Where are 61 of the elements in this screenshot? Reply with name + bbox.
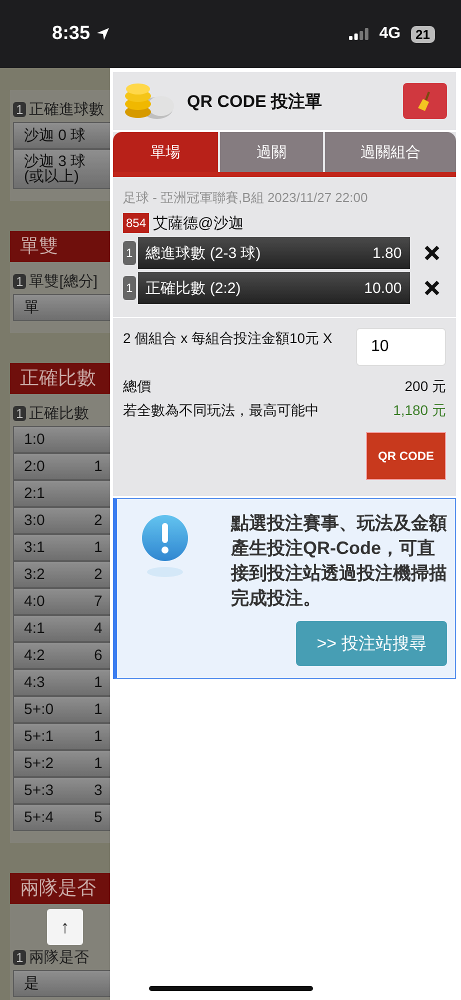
- close-icon[interactable]: [424, 280, 440, 296]
- odds-option[interactable]: 5+:3 3: [13, 777, 110, 804]
- battery-indicator: 21: [410, 26, 435, 42]
- count-badge: 1: [13, 950, 26, 964]
- bet-selection: 總進球數 (2-3 球) 1.80: [138, 237, 410, 269]
- total-value: 200 元: [404, 378, 446, 396]
- market-label: 正確進球數: [29, 100, 104, 118]
- count-badge: 1: [123, 276, 136, 300]
- total-label: 總價: [123, 378, 151, 396]
- odds-option[interactable]: 4:3 1: [13, 669, 110, 696]
- combination-text: 2 個組合 x 每組合投注金額10元 X: [123, 329, 332, 348]
- count-badge: 1: [13, 102, 26, 116]
- odds-option[interactable]: 2:0 1: [13, 453, 110, 480]
- section-header: 正確比數: [10, 363, 110, 394]
- odds-option[interactable]: 3:2 2: [13, 561, 110, 588]
- odds-option[interactable]: 5+:1 1: [13, 723, 110, 750]
- odds-option[interactable]: 單: [13, 294, 110, 321]
- max-win-value: 1,180 元: [393, 402, 446, 420]
- clock-time: 8:35: [52, 23, 90, 45]
- network-label: 4G: [379, 25, 401, 43]
- close-icon[interactable]: [424, 245, 440, 261]
- tab[interactable]: 過關: [220, 132, 324, 172]
- odds-option[interactable]: 5+:0 1: [13, 696, 110, 723]
- odds-option[interactable]: 是: [13, 970, 110, 997]
- amount-input[interactable]: 10: [356, 328, 446, 366]
- odds-option[interactable]: 5+:2 1: [13, 750, 110, 777]
- event-info: 足球 - 亞洲冠軍聯賽,B組 2023/11/27 22:00: [123, 189, 369, 207]
- match-number: 854: [123, 213, 150, 233]
- odds-option[interactable]: 2:1: [13, 480, 110, 507]
- odds-option[interactable]: 沙迦 0 球: [13, 122, 110, 149]
- market-label: 正確比數: [29, 404, 90, 422]
- panel-title: QR CODE 投注單: [187, 90, 322, 112]
- exclamation-icon: [141, 514, 189, 578]
- odds-option[interactable]: 5+:4 5: [13, 804, 110, 831]
- count-badge: 1: [123, 241, 136, 265]
- odds-option[interactable]: 4:2 6: [13, 642, 110, 669]
- odds-option[interactable]: 4:1 4: [13, 615, 110, 642]
- qr-code-button[interactable]: QR CODE: [366, 432, 446, 480]
- count-badge: 1: [13, 274, 26, 288]
- market-label: 兩隊是否: [29, 948, 90, 966]
- tab[interactable]: 單場: [113, 132, 218, 172]
- market-label: 單雙[總分]: [29, 272, 98, 290]
- notice-text: 點選投注賽事、玩法及金額產生投注QR-Code，可直接到投注站透過投注機掃描完成投注。: [231, 512, 447, 610]
- section-header: 兩隊是否: [10, 873, 110, 904]
- signal-icon: [349, 28, 370, 40]
- clear-button[interactable]: [403, 83, 447, 119]
- bet-selection: 正確比數 (2:2) 10.00: [138, 272, 410, 304]
- odds-option[interactable]: 1:0: [13, 426, 110, 453]
- scroll-top-button[interactable]: ↑: [47, 909, 83, 945]
- location-arrow-icon: [96, 27, 110, 41]
- find-station-button[interactable]: >> 投注站搜尋: [296, 621, 447, 666]
- odds-option[interactable]: 3:1 1: [13, 534, 110, 561]
- odds-option[interactable]: 沙迦 3 球 (或以上): [13, 149, 110, 189]
- odds-option[interactable]: 3:0 2: [13, 507, 110, 534]
- section-header: 單雙: [10, 231, 110, 262]
- tab[interactable]: 過關組合: [325, 132, 456, 172]
- odds-option[interactable]: 4:0 7: [13, 588, 110, 615]
- match-name: 艾薩德@沙迦: [153, 214, 244, 232]
- coins-icon: [123, 81, 177, 121]
- max-win-label: 若全數為不同玩法，最高可能中: [123, 402, 319, 420]
- count-badge: 1: [13, 406, 26, 420]
